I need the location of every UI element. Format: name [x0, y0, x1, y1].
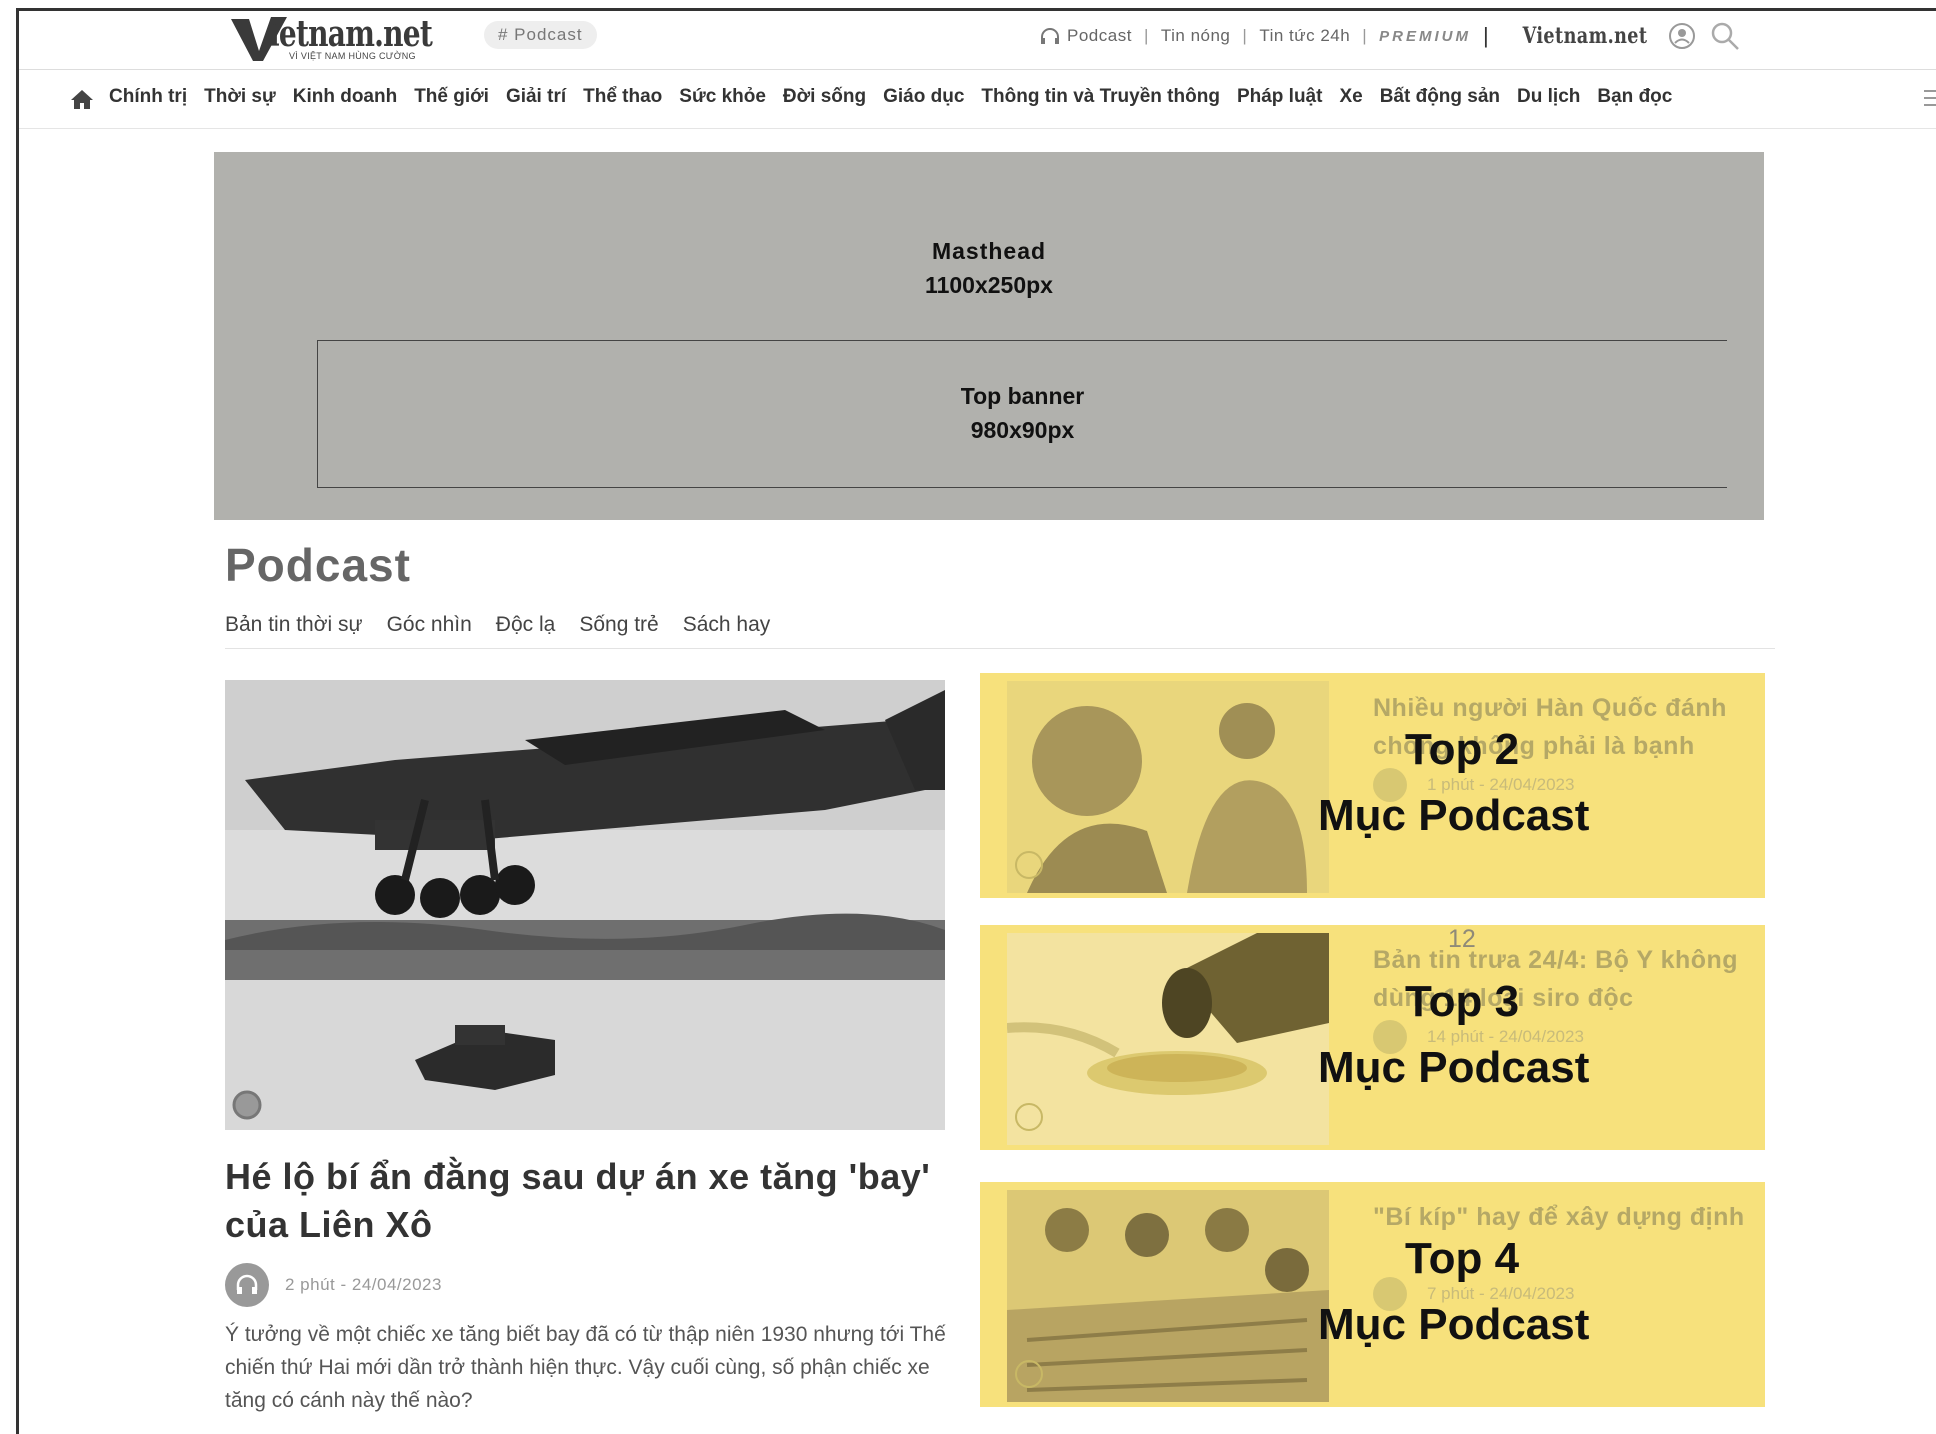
section-title: Podcast [225, 539, 411, 591]
podcast-tag-pill[interactable]: # Podcast [484, 21, 597, 49]
nav-item-readers[interactable]: Bạn đọc [1597, 86, 1672, 108]
tab-viewpoint[interactable]: Góc nhìn [387, 613, 472, 637]
card-rank: Top 2 [1405, 725, 1520, 774]
card-rank: Top 3 [1405, 977, 1520, 1026]
section-divider [225, 648, 1775, 649]
main-article-image[interactable] [225, 680, 945, 1130]
play-icon[interactable] [1015, 1360, 1043, 1388]
card-title: "Bí kíp" hay để xây dựng định [1373, 1203, 1745, 1231]
tab-good-books[interactable]: Sách hay [683, 613, 771, 637]
logo-tagline: VÌ VIỆT NAM HÙNG CƯỜNG [289, 51, 416, 61]
nav-item-education[interactable]: Giáo dục [883, 86, 964, 108]
nav-item-sports[interactable]: Thể thao [583, 86, 662, 108]
top-3-card[interactable]: Bản tin trưa 24/4: Bộ Y không dùng 14 lo… [980, 925, 1765, 1150]
nav-item-politics[interactable]: Chính trị [109, 86, 187, 108]
main-article-description: Ý tưởng về một chiếc xe tăng biết bay đã… [225, 1323, 946, 1412]
page-number: 12 [1448, 925, 1476, 953]
nav-item-real-estate[interactable]: Bất động sản [1380, 86, 1500, 108]
flying-tank-photo [225, 680, 945, 1130]
card-category: Mục Podcast [1318, 1043, 1590, 1092]
nav-item-cars[interactable]: Xe [1339, 86, 1362, 108]
top-header: ietnam.net VÌ VIỆT NAM HÙNG CƯỜNG # Podc… [19, 11, 1936, 70]
top-links: Podcast | Tin nóng | Tin tức 24h | PREMI… [1039, 21, 1741, 51]
logo-text: ietnam.net [269, 13, 433, 55]
nav-item-entertainment[interactable]: Giải trí [506, 86, 566, 108]
card-image [1006, 933, 1329, 1145]
nav-item-ict[interactable]: Thông tin và Truyền thông [981, 86, 1220, 108]
home-icon[interactable] [69, 88, 95, 110]
play-icon[interactable] [1015, 1103, 1043, 1131]
top-2-card[interactable]: Nhiều người Hàn Quốc đánh chồng không ph… [980, 673, 1765, 898]
nav-item-world[interactable]: Thế giới [414, 86, 489, 108]
card-category: Mục Podcast [1318, 791, 1590, 840]
toplink-news-24h[interactable]: Tin tức 24h [1259, 26, 1350, 46]
main-nav: Chính trị Thời sự Kinh doanh Thế giới Gi… [19, 70, 1936, 129]
podcast-avatar-icon [225, 1263, 269, 1307]
search-icon[interactable] [1709, 20, 1741, 52]
masthead-label: Masthead 1100x250px [925, 238, 1053, 298]
top-banner-slot: Top banner 980x90px [317, 340, 1727, 488]
headphones-icon [1041, 28, 1059, 44]
main-article-title[interactable]: Hé lộ bí ẩn đằng sau dự án xe tăng 'bay'… [225, 1153, 985, 1249]
toplink-podcast[interactable]: Podcast [1067, 26, 1132, 46]
sub-tabs: Bản tin thời sự Góc nhìn Độc lạ Sống trẻ… [225, 613, 794, 637]
top-4-card[interactable]: "Bí kíp" hay để xây dựng định 7 phút - 2… [980, 1182, 1765, 1407]
play-icon[interactable] [1015, 851, 1043, 879]
card-image [1007, 681, 1329, 893]
site-logo[interactable]: ietnam.net VÌ VIỆT NAM HÙNG CƯỜNG [229, 13, 444, 65]
toplink-hot-news[interactable]: Tin nóng [1161, 26, 1231, 46]
nav-item-travel[interactable]: Du lịch [1517, 86, 1580, 108]
mini-logo[interactable]: Vietnam.net [1523, 23, 1648, 49]
main-article-meta: 2 phút - 24/04/2023 [225, 1263, 442, 1307]
card-rank: Top 4 [1405, 1234, 1520, 1283]
nav-item-business[interactable]: Kinh doanh [293, 86, 397, 108]
nav-item-life[interactable]: Đời sống [783, 86, 866, 108]
tab-unique[interactable]: Độc lạ [496, 613, 556, 637]
tab-news-bulletin[interactable]: Bản tin thời sự [225, 613, 363, 637]
hamburger-menu-icon[interactable] [1924, 88, 1936, 108]
card-category: Mục Podcast [1318, 1300, 1590, 1349]
nav-item-health[interactable]: Sức khỏe [679, 86, 766, 108]
user-icon[interactable] [1667, 21, 1697, 51]
nav-items: Chính trị Thời sự Kinh doanh Thế giới Gi… [109, 86, 1689, 108]
nav-item-current-affairs[interactable]: Thời sự [204, 86, 276, 108]
masthead-ad-slot: Masthead 1100x250px Top banner 980x90px [214, 152, 1764, 520]
tab-young-life[interactable]: Sống trẻ [579, 613, 658, 637]
top-banner-label: Top banner 980x90px [960, 383, 1085, 443]
nav-item-law[interactable]: Pháp luật [1237, 86, 1323, 108]
main-article-duration-date: 2 phút - 24/04/2023 [285, 1275, 442, 1294]
card-image [1007, 1190, 1329, 1402]
premium-link[interactable]: PREMIUM [1379, 28, 1471, 45]
